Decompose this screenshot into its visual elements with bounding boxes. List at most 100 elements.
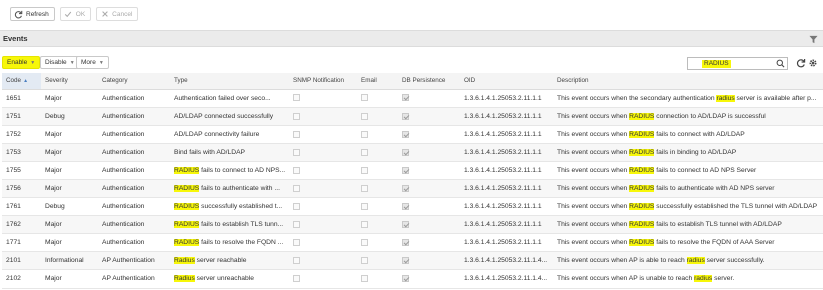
gear-icon[interactable]	[808, 58, 818, 68]
snmp-notification-checkbox[interactable]	[293, 112, 300, 120]
code-cell: 1751	[2, 107, 41, 126]
table-row[interactable]: 1761 Debug Authentication RADIUS successful…	[2, 197, 823, 217]
table-row[interactable]: 2101 Informational AP Authentication Radius…	[2, 251, 823, 271]
refresh-button[interactable]: Refresh	[10, 7, 55, 21]
search-match-highlight: radius	[686, 257, 705, 265]
column-header-severity[interactable]: Severity	[41, 73, 98, 90]
column-header-snmp-notification[interactable]: SNMP Notification	[289, 73, 357, 90]
email-cell	[357, 107, 398, 126]
type-cell: RADIUS successfully established t...	[170, 197, 289, 217]
table-row[interactable]: 1771 Major Authentication RADIUS fails to r…	[2, 233, 823, 253]
email-checkbox[interactable]	[361, 148, 368, 156]
email-cell	[357, 251, 398, 271]
db-persistence-checkbox[interactable]	[402, 130, 409, 138]
email-checkbox[interactable]	[361, 275, 368, 283]
table-row[interactable]: 1752 Major Authentication AD/LDAP connectiv…	[2, 125, 823, 144]
snmp-notification-checkbox[interactable]	[293, 94, 300, 102]
column-header-email[interactable]: Email	[357, 73, 398, 90]
text-segment: This event occurs when	[557, 185, 630, 193]
search-input[interactable]: RADIUS	[702, 60, 731, 68]
snmp-notification-checkbox[interactable]	[293, 184, 300, 192]
db-persistence-checkbox[interactable]	[402, 275, 409, 283]
category-cell: Authentication	[98, 143, 170, 162]
filter-icon[interactable]	[809, 35, 818, 44]
code-cell: 1651	[2, 89, 41, 108]
table-row[interactable]: 1751 Debug Authentication AD/LDAP connected…	[2, 107, 823, 126]
snmp-notification-checkbox[interactable]	[293, 221, 300, 229]
snmp-notification-checkbox[interactable]	[293, 148, 300, 156]
search-match-highlight: RADIUS	[174, 185, 200, 193]
enable-button[interactable]: Enable ▼	[2, 56, 41, 69]
oid-cell: 1.3.6.1.4.1.25053.2.11.1.1	[460, 197, 553, 217]
more-button[interactable]: More ▼	[76, 56, 109, 69]
refresh-icon[interactable]	[796, 58, 806, 68]
email-checkbox[interactable]	[361, 166, 368, 174]
text-segment: This event occurs when	[557, 130, 630, 138]
severity-cell: Major	[41, 269, 98, 289]
type-cell: Radius server unreachable	[170, 269, 289, 289]
snmp-notification-checkbox[interactable]	[293, 239, 300, 247]
category-cell: Authentication	[98, 107, 170, 126]
severity-cell: Major	[41, 125, 98, 144]
severity-cell: Major	[41, 161, 98, 180]
db-persistence-cell	[398, 125, 460, 144]
snmp-notification-cell	[289, 251, 357, 271]
close-icon	[100, 10, 109, 19]
table-row[interactable]: 1755 Major Authentication RADIUS fails to c…	[2, 161, 823, 180]
oid-cell: 1.3.6.1.4.1.25053.2.11.1.1	[460, 107, 553, 126]
cancel-button[interactable]: Cancel	[96, 7, 139, 21]
text-segment: This event occurs when	[557, 166, 630, 174]
text-segment: This event occurs when	[557, 112, 630, 120]
email-checkbox[interactable]	[361, 257, 368, 265]
db-persistence-checkbox[interactable]	[402, 148, 409, 156]
email-checkbox[interactable]	[361, 94, 368, 102]
category-cell: AP Authentication	[98, 269, 170, 289]
email-checkbox[interactable]	[361, 130, 368, 138]
column-header-oid[interactable]: OID	[460, 73, 553, 90]
snmp-notification-checkbox[interactable]	[293, 257, 300, 265]
code-cell: 1771	[2, 233, 41, 253]
db-persistence-checkbox[interactable]	[402, 112, 409, 120]
snmp-notification-checkbox[interactable]	[293, 275, 300, 283]
db-persistence-checkbox[interactable]	[402, 94, 409, 102]
text-segment: This event occurs when	[557, 239, 630, 247]
db-persistence-checkbox[interactable]	[402, 239, 409, 247]
column-header-db-persistence[interactable]: DB Persistence	[398, 73, 460, 90]
ok-button[interactable]: OK	[59, 7, 92, 21]
table-row[interactable]: 1762 Major Authentication RADIUS fails to e…	[2, 215, 823, 235]
disable-button[interactable]: Disable ▼	[40, 56, 80, 69]
db-persistence-checkbox[interactable]	[402, 257, 409, 265]
table-row[interactable]: 1756 Major Authentication RADIUS fails to a…	[2, 179, 823, 199]
severity-cell: Major	[41, 89, 98, 108]
search-icon[interactable]	[776, 59, 785, 68]
text-segment: This event occurs when	[557, 148, 630, 156]
column-header-type[interactable]: Type	[170, 73, 289, 90]
table-row[interactable]: 1651 Major Authentication Authentication fa…	[2, 89, 823, 108]
type-cell: RADIUS fails to connect to AD NPS...	[170, 161, 289, 180]
column-header-category[interactable]: Category	[98, 73, 170, 90]
email-checkbox[interactable]	[361, 239, 368, 247]
db-persistence-cell	[398, 107, 460, 126]
search-field[interactable]: RADIUS	[687, 57, 788, 70]
column-header-label: Email	[361, 77, 377, 85]
events-table: Code ▲ Severity Category Type SNMP Notificati…	[2, 73, 823, 289]
email-checkbox[interactable]	[361, 202, 368, 210]
severity-cell: Informational	[41, 251, 98, 271]
db-persistence-checkbox[interactable]	[402, 221, 409, 229]
db-persistence-checkbox[interactable]	[402, 184, 409, 192]
snmp-notification-checkbox[interactable]	[293, 202, 300, 210]
email-checkbox[interactable]	[361, 221, 368, 229]
column-header-code[interactable]: Code ▲	[2, 73, 41, 90]
email-checkbox[interactable]	[361, 184, 368, 192]
text-segment: successfully established t...	[199, 203, 283, 211]
db-persistence-checkbox[interactable]	[402, 202, 409, 210]
table-row[interactable]: 1753 Major Authentication Bind fails with A…	[2, 143, 823, 162]
text-segment: fails to resolve the FQDN of AAA Server	[654, 239, 775, 247]
oid-cell: 1.3.6.1.4.1.25053.2.11.1.1	[460, 179, 553, 199]
snmp-notification-checkbox[interactable]	[293, 130, 300, 138]
email-checkbox[interactable]	[361, 112, 368, 120]
snmp-notification-checkbox[interactable]	[293, 166, 300, 174]
db-persistence-checkbox[interactable]	[402, 166, 409, 174]
column-header-description[interactable]: Description	[553, 73, 823, 90]
table-row[interactable]: 2102 Major AP Authentication Radius server …	[2, 269, 823, 289]
